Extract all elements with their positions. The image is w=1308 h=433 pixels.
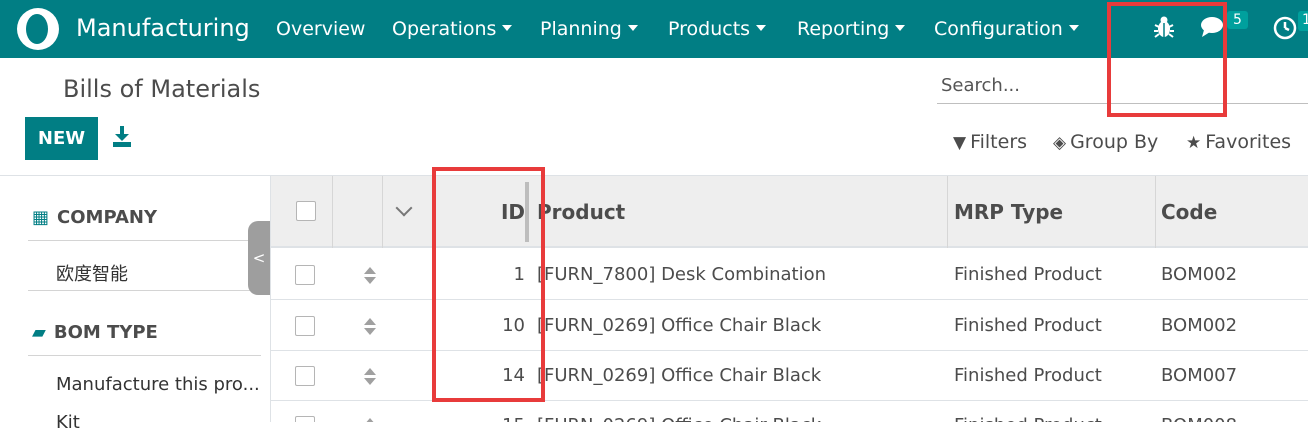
- row-checkbox[interactable]: [295, 316, 315, 336]
- table-row[interactable]: 1 [FURN_7800] Desk Combination Finished …: [271, 250, 1308, 300]
- select-all-checkbox[interactable]: [296, 201, 316, 221]
- sidebar-collapse-toggle[interactable]: <: [248, 221, 270, 295]
- row-checkbox[interactable]: [295, 265, 315, 285]
- app-title[interactable]: Manufacturing: [76, 14, 250, 42]
- drag-handle-icon[interactable]: [364, 368, 376, 386]
- cell-product: [FURN_0269] Office Chair Black: [537, 365, 822, 386]
- message-count-badge: 5: [1227, 11, 1248, 29]
- cell-product: [FURN_0269] Office Chair Black: [537, 315, 822, 336]
- search-panel-sidebar: ▦ COMPANY 欧度智能 ▰ BOM TYPE Manufacture this…: [0, 176, 271, 433]
- caret-down-icon: [1068, 24, 1079, 31]
- section-divider: [28, 290, 261, 291]
- row-checkbox[interactable]: [295, 366, 315, 386]
- sidebar-item-company[interactable]: 欧度智能: [56, 260, 128, 286]
- menu-configuration[interactable]: Configuration: [934, 18, 1079, 40]
- cell-product: [FURN_7800] Desk Combination: [537, 264, 826, 285]
- table-header: ID Product MRP Type Code: [271, 176, 1308, 248]
- table-row[interactable]: 10 [FURN_0269] Office Chair Black Finish…: [271, 301, 1308, 351]
- column-header-mrp-type[interactable]: MRP Type: [954, 176, 1063, 248]
- cell-product: [FURN_0269] Office Chair Black: [537, 401, 942, 422]
- cell-code: BOM002: [1161, 315, 1238, 336]
- building-icon: ▦: [32, 207, 50, 228]
- cell-code: BOM007: [1161, 365, 1238, 386]
- page-title-breadcrumb: Bills of Materials: [63, 75, 261, 103]
- cell-mrp-type: Finished Product: [954, 365, 1102, 386]
- bom-list-table: ID Product MRP Type Code 1 [FURN_7800] D…: [271, 176, 1308, 422]
- table-row[interactable]: 15 [FURN_0269] Office Chair Black Finish…: [271, 401, 1308, 422]
- highlight-box-id-column: [432, 167, 545, 402]
- highlight-box-navbar-icons: [1107, 2, 1227, 117]
- app-logo-icon[interactable]: [17, 8, 59, 50]
- activity-count-badge: 1: [1298, 11, 1308, 31]
- column-separator: [332, 176, 333, 248]
- folder-open-icon: ▰: [32, 322, 46, 343]
- drag-handle-icon[interactable]: [364, 267, 376, 285]
- favorites-button[interactable]: ★ Favorites: [1186, 131, 1291, 153]
- download-icon[interactable]: [112, 126, 132, 148]
- menu-overview[interactable]: Overview: [276, 18, 365, 40]
- caret-down-icon: [895, 24, 906, 31]
- clock-icon[interactable]: [1273, 16, 1297, 40]
- section-divider: [28, 355, 261, 356]
- menu-planning[interactable]: Planning: [540, 18, 638, 40]
- menu-reporting[interactable]: Reporting: [797, 18, 906, 40]
- layers-icon: ◈: [1053, 133, 1067, 153]
- row-checkbox[interactable]: [295, 416, 315, 422]
- cell-id: 15: [433, 401, 525, 422]
- sidebar-item-manufacture[interactable]: Manufacture this pro...: [56, 374, 260, 395]
- cell-code: BOM008: [1161, 401, 1237, 422]
- star-icon: ★: [1186, 133, 1202, 153]
- new-button[interactable]: NEW: [25, 117, 98, 160]
- filter-icon: ▼: [953, 133, 967, 153]
- column-separator: [947, 176, 948, 248]
- column-header-code[interactable]: Code: [1161, 176, 1217, 248]
- cell-mrp-type: Finished Product: [954, 401, 1102, 422]
- column-header-product[interactable]: Product: [537, 176, 625, 248]
- column-separator: [1155, 176, 1156, 248]
- menu-products[interactable]: Products: [668, 18, 767, 40]
- caret-down-icon: [502, 24, 513, 31]
- chevron-down-icon[interactable]: [395, 199, 413, 217]
- group-by-button[interactable]: ◈ Group By: [1053, 131, 1158, 153]
- caret-down-icon: [756, 24, 767, 31]
- drag-handle-icon[interactable]: [364, 418, 376, 422]
- sidebar-section-company: ▦ COMPANY: [32, 207, 158, 228]
- column-separator: [382, 176, 383, 248]
- section-divider: [28, 240, 261, 241]
- cell-mrp-type: Finished Product: [954, 315, 1102, 336]
- cell-code: BOM002: [1161, 264, 1238, 285]
- table-row[interactable]: 14 [FURN_0269] Office Chair Black Finish…: [271, 351, 1308, 401]
- sidebar-item-kit[interactable]: Kit: [56, 412, 80, 433]
- drag-handle-icon[interactable]: [364, 318, 376, 336]
- sidebar-section-bom-type: ▰ BOM TYPE: [32, 322, 158, 343]
- filters-button[interactable]: ▼ Filters: [953, 131, 1027, 153]
- menu-operations[interactable]: Operations: [392, 18, 513, 40]
- caret-down-icon: [627, 24, 638, 31]
- cell-mrp-type: Finished Product: [954, 264, 1102, 285]
